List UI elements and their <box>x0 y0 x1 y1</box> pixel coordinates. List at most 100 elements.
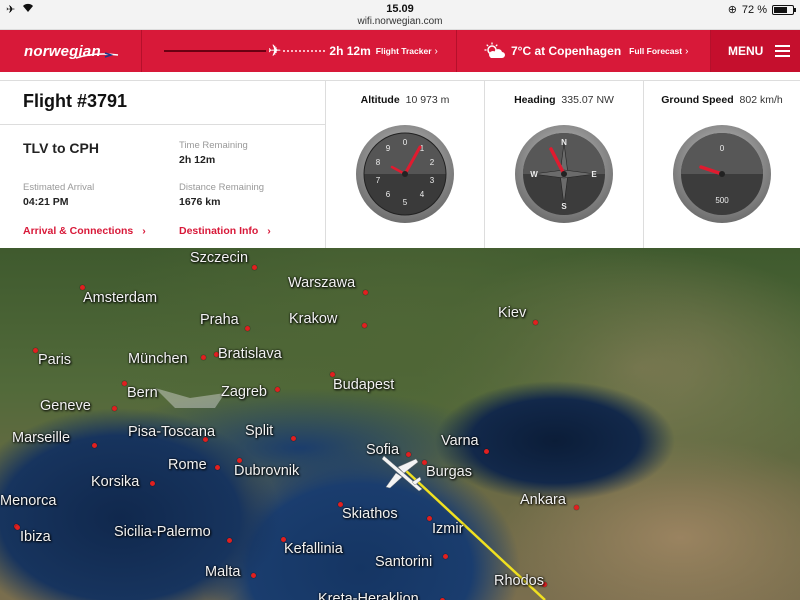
city-label[interactable]: Kiev <box>498 305 526 321</box>
time-remaining-label: Time Remaining <box>179 140 248 151</box>
city-label[interactable]: Ibiza <box>20 529 51 545</box>
time-remaining: Time Remaining 2h 12m <box>179 140 248 166</box>
city-label[interactable]: Dubrovnik <box>234 463 299 479</box>
city-label[interactable]: Szczecin <box>190 250 248 266</box>
flight-tracker-link[interactable]: ✈ 2h 12m Flight Tracker › <box>142 30 457 72</box>
ground-speed-header: Ground Speed 802 km/h <box>644 81 800 106</box>
city-label[interactable]: Skiathos <box>342 506 398 522</box>
city-marker-icon[interactable] <box>201 355 206 360</box>
city-marker-icon[interactable] <box>362 323 367 328</box>
city-marker-icon[interactable] <box>227 538 232 543</box>
city-label[interactable]: Korsika <box>91 474 139 490</box>
city-label[interactable]: Warszawa <box>288 275 355 291</box>
arrival-connections-label: Arrival & Connections <box>23 225 134 237</box>
altitude-value: 10 973 m <box>405 94 450 106</box>
weather-link[interactable]: 7°C at Copenhagen Full Forecast › <box>457 30 711 72</box>
distance-remaining-value: 1676 km <box>179 196 221 208</box>
altimeter-tick-label: 4 <box>420 190 425 199</box>
compass-north: N <box>561 138 567 147</box>
city-label[interactable]: Ankara <box>520 492 566 508</box>
city-label[interactable]: Budapest <box>333 377 394 393</box>
city-marker-icon[interactable] <box>574 505 579 510</box>
city-label[interactable]: Izmir <box>432 521 463 537</box>
city-marker-icon[interactable] <box>291 436 296 441</box>
compass-south: S <box>561 202 567 211</box>
city-marker-icon[interactable] <box>252 265 257 270</box>
city-label[interactable]: Bern <box>127 385 158 401</box>
aircraft-icon[interactable] <box>380 453 426 493</box>
city-marker-icon[interactable] <box>484 449 489 454</box>
city-marker-icon[interactable] <box>275 387 280 392</box>
city-marker-icon[interactable] <box>92 443 97 448</box>
destination-info-label: Destination Info <box>179 225 259 237</box>
altimeter-tick-label: 8 <box>376 158 381 167</box>
city-label[interactable]: Marseille <box>12 430 70 446</box>
altimeter-tick-label: 5 <box>403 198 408 207</box>
flight-map[interactable]: Szczecin Warszawa Amsterdam Praha Krakow Kiev… <box>0 248 800 600</box>
city-label[interactable]: Rhodos <box>494 573 544 589</box>
city-label[interactable]: Geneve <box>40 398 91 414</box>
altimeter-tick-label: 0 <box>403 138 408 147</box>
city-label[interactable]: Kefallinia <box>284 541 343 557</box>
estimated-arrival-value: 04:21 PM <box>23 196 69 208</box>
arrival-connections-link[interactable]: Arrival & Connections › <box>23 225 146 237</box>
partly-cloudy-icon <box>484 42 505 58</box>
city-marker-icon[interactable] <box>150 481 155 486</box>
menu-button[interactable]: MENU <box>711 30 800 72</box>
plane-icon: ✈ <box>268 43 282 60</box>
city-label[interactable]: Paris <box>38 352 71 368</box>
chevron-right-icon: › <box>434 45 438 57</box>
battery-fill <box>774 6 787 13</box>
city-label[interactable]: Krakow <box>289 311 337 327</box>
tracker-time: 2h 12m <box>329 44 371 58</box>
estimated-arrival-label: Estimated Arrival <box>23 182 95 193</box>
city-label[interactable]: Burgas <box>426 464 472 480</box>
altitude-label: Altitude <box>360 94 400 106</box>
flight-title: Flight #3791 <box>0 81 325 125</box>
city-label[interactable]: Sicilia-Palermo <box>114 524 211 540</box>
altimeter-tick-label: 7 <box>376 176 381 185</box>
logo-swoosh-icon <box>75 52 119 59</box>
city-label[interactable]: Malta <box>205 564 240 580</box>
track-progress-line <box>164 50 266 52</box>
city-label[interactable]: Bratislava <box>218 346 282 362</box>
city-label[interactable]: Santorini <box>375 554 432 570</box>
city-label[interactable]: München <box>128 351 188 367</box>
distance-remaining: Distance Remaining 1676 km <box>179 182 264 208</box>
city-label[interactable]: Pisa-Toscana <box>128 424 215 440</box>
heading-panel: Heading 335.07 NW N E S W <box>485 81 644 249</box>
city-label[interactable]: Amsterdam <box>83 290 157 306</box>
destination-info-link[interactable]: Destination Info › <box>179 225 271 237</box>
battery-percent: 72 % <box>741 3 767 16</box>
battery-icon <box>772 4 796 15</box>
orientation-lock-icon: ⊕ <box>727 4 737 16</box>
status-time: 15.09 <box>386 3 414 15</box>
city-label[interactable]: Split <box>245 423 273 439</box>
city-label[interactable]: Rome <box>168 457 207 473</box>
city-label[interactable]: Menorca <box>0 493 56 509</box>
status-url: wifi.norwegian.com <box>357 16 443 27</box>
altitude-panel: Altitude 10 973 m 0 1 2 3 4 5 6 7 8 9 <box>326 81 485 249</box>
altimeter-tick-label: 3 <box>430 176 435 185</box>
menu-label: MENU <box>728 44 764 58</box>
city-label[interactable]: Praha <box>200 312 239 328</box>
alps-snow <box>155 388 225 408</box>
distance-remaining-label: Distance Remaining <box>179 182 265 193</box>
compass-west: W <box>530 170 538 179</box>
city-label[interactable]: Zagreb <box>221 384 267 400</box>
altitude-header: Altitude 10 973 m <box>326 81 484 106</box>
altimeter-gauge: 0 1 2 3 4 5 6 7 8 9 <box>356 125 454 223</box>
city-marker-icon[interactable] <box>443 554 448 559</box>
city-marker-icon[interactable] <box>215 465 220 470</box>
city-marker-icon[interactable] <box>245 326 250 331</box>
norwegian-logo[interactable]: norwegian <box>0 30 142 72</box>
city-label[interactable]: Kreta-Heraklion <box>318 591 419 600</box>
city-label[interactable]: Varna <box>441 433 479 449</box>
city-marker-icon[interactable] <box>363 290 368 295</box>
city-marker-icon[interactable] <box>112 406 117 411</box>
chevron-right-icon: › <box>267 225 271 237</box>
city-marker-icon[interactable] <box>251 573 256 578</box>
status-bar: ✈ 15.09 wifi.norwegian.com ⊕ 72 % <box>0 0 800 30</box>
city-marker-icon[interactable] <box>533 320 538 325</box>
flight-route: TLV to CPH <box>23 140 99 156</box>
